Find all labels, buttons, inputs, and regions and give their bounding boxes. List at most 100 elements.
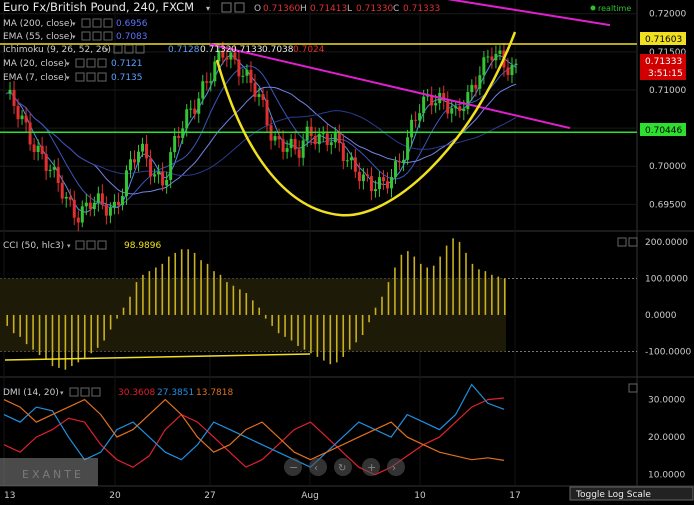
candle-body xyxy=(88,202,92,210)
candle-body xyxy=(16,105,20,120)
candle-body xyxy=(237,59,241,77)
candle-body xyxy=(133,159,137,163)
candle-body xyxy=(128,159,132,171)
candle-body xyxy=(406,137,410,160)
candle-body xyxy=(137,151,141,163)
dmi-minus-di-value: 27.3851 xyxy=(157,388,194,398)
dmi-plus-di-value: 30.3608 xyxy=(118,388,155,398)
candle-body xyxy=(32,144,36,152)
candle-body xyxy=(454,106,458,109)
candle-body xyxy=(173,136,177,153)
study-ma20-value: 0.7121 xyxy=(111,59,143,69)
study-ma200-label: MA (200, close) xyxy=(3,19,73,29)
scroll-right-icon: › xyxy=(392,463,396,474)
realtime-label: realtime xyxy=(598,4,631,13)
cci-tick-label: 200.0000 xyxy=(645,238,688,248)
symbol-menu-chevron-icon[interactable]: ▾ xyxy=(206,4,210,13)
chart-root: 0.720000.715000.710000.705000.700000.695… xyxy=(0,0,694,501)
study-ma200[interactable]: MA (200, close) ▾ 0.6956 xyxy=(3,18,148,29)
study-ma20-label: MA (20, close) xyxy=(3,59,67,69)
candle-body xyxy=(116,201,120,206)
candle-body xyxy=(450,108,454,114)
dmi-adx-value: 13.7818 xyxy=(196,388,233,398)
candle-body xyxy=(410,119,414,138)
study-ma200-chevron-icon: ▾ xyxy=(72,20,76,28)
candle-body xyxy=(297,149,301,158)
candle-body xyxy=(486,56,490,58)
candle-body xyxy=(261,94,265,100)
candle-body xyxy=(402,159,406,163)
current-price-tag: 0.71333 xyxy=(645,57,682,67)
candle-body xyxy=(181,128,185,138)
time-tick-label: 17 xyxy=(509,491,520,501)
candle-body xyxy=(494,53,498,61)
candle-body xyxy=(325,133,329,146)
watermark-text: EXANTE xyxy=(22,468,84,481)
candle-body xyxy=(293,138,297,150)
ohlc-low-value: 0.71330 xyxy=(356,4,393,14)
candle-body xyxy=(341,143,345,162)
level-tag-upper: 0.71603 xyxy=(645,35,682,45)
study-ema7-label: EMA (7, close) xyxy=(3,73,67,83)
realtime-indicator-icon xyxy=(590,5,596,11)
candle-body xyxy=(225,57,229,60)
candle-body xyxy=(277,136,281,140)
dmi-label: DMI (14, 20) xyxy=(3,388,59,398)
candle-body xyxy=(418,113,422,121)
ohlc-readout: O 0.71360 H 0.71413 L 0.71330 C 0.71333 xyxy=(254,4,440,14)
candle-body xyxy=(285,148,289,152)
cci-value: 98.9896 xyxy=(124,241,161,251)
candle-body xyxy=(80,206,84,223)
candle-body xyxy=(24,115,28,123)
study-ma20-chevron-icon: ▾ xyxy=(66,60,70,68)
candle-body xyxy=(145,143,149,159)
countdown-tag: 3:51:15 xyxy=(648,69,683,79)
cci-tick-label: 0.0000 xyxy=(645,311,677,321)
candle-body xyxy=(169,152,173,180)
candle-body xyxy=(434,103,438,106)
cci-tick-label: -100.0000 xyxy=(645,347,691,357)
candle-body xyxy=(44,154,48,171)
candle-body xyxy=(153,174,157,177)
candle-body xyxy=(289,138,293,149)
symbol-title[interactable]: Euro Fx/British Pound, 240, FXCM xyxy=(3,0,194,14)
candle-body xyxy=(365,174,369,177)
toggle-log-scale-button[interactable]: Toggle Log Scale xyxy=(569,486,694,501)
candle-body xyxy=(337,132,341,144)
candle-body xyxy=(333,132,337,143)
dmi-tick-label: 20.0000 xyxy=(648,433,685,443)
candle-body xyxy=(414,119,418,121)
candle-body xyxy=(482,57,486,76)
candle-body xyxy=(317,133,321,145)
scroll-left-button[interactable] xyxy=(309,458,327,476)
candle-body xyxy=(161,171,165,186)
candle-body xyxy=(361,174,365,182)
candle-body xyxy=(462,109,466,112)
level-tag-lower: 0.70446 xyxy=(645,126,682,136)
candle-body xyxy=(48,169,52,171)
dmi-chevron-icon[interactable]: ▾ xyxy=(60,389,64,397)
zoom-in-icon: + xyxy=(367,461,376,474)
zoom-out-icon: − xyxy=(289,461,298,474)
study-ema7-chevron-icon: ▾ xyxy=(66,74,70,82)
candle-body xyxy=(345,160,349,162)
candle-body xyxy=(241,75,245,77)
candle-body xyxy=(301,140,305,158)
candle-body xyxy=(381,177,385,182)
price-tick-label: 0.72000 xyxy=(649,10,686,20)
price-tick-label: 0.71000 xyxy=(649,86,686,96)
candle-body xyxy=(108,207,112,216)
study-ema55[interactable]: EMA (55, close) ▾ 0.7083 xyxy=(3,31,148,42)
toggle-log-scale-label: Toggle Log Scale xyxy=(575,490,651,500)
candle-body xyxy=(313,135,317,145)
candle-body xyxy=(100,193,104,205)
ohlc-high-value: 0.71413 xyxy=(310,4,347,14)
candle-body xyxy=(478,75,482,89)
candle-body xyxy=(165,179,169,186)
candle-body xyxy=(8,89,12,94)
cci-chevron-icon[interactable]: ▾ xyxy=(67,242,71,250)
candle-body xyxy=(104,204,108,216)
candle-body xyxy=(506,67,510,76)
scroll-right-button[interactable] xyxy=(387,458,405,476)
candle-body xyxy=(329,142,333,146)
